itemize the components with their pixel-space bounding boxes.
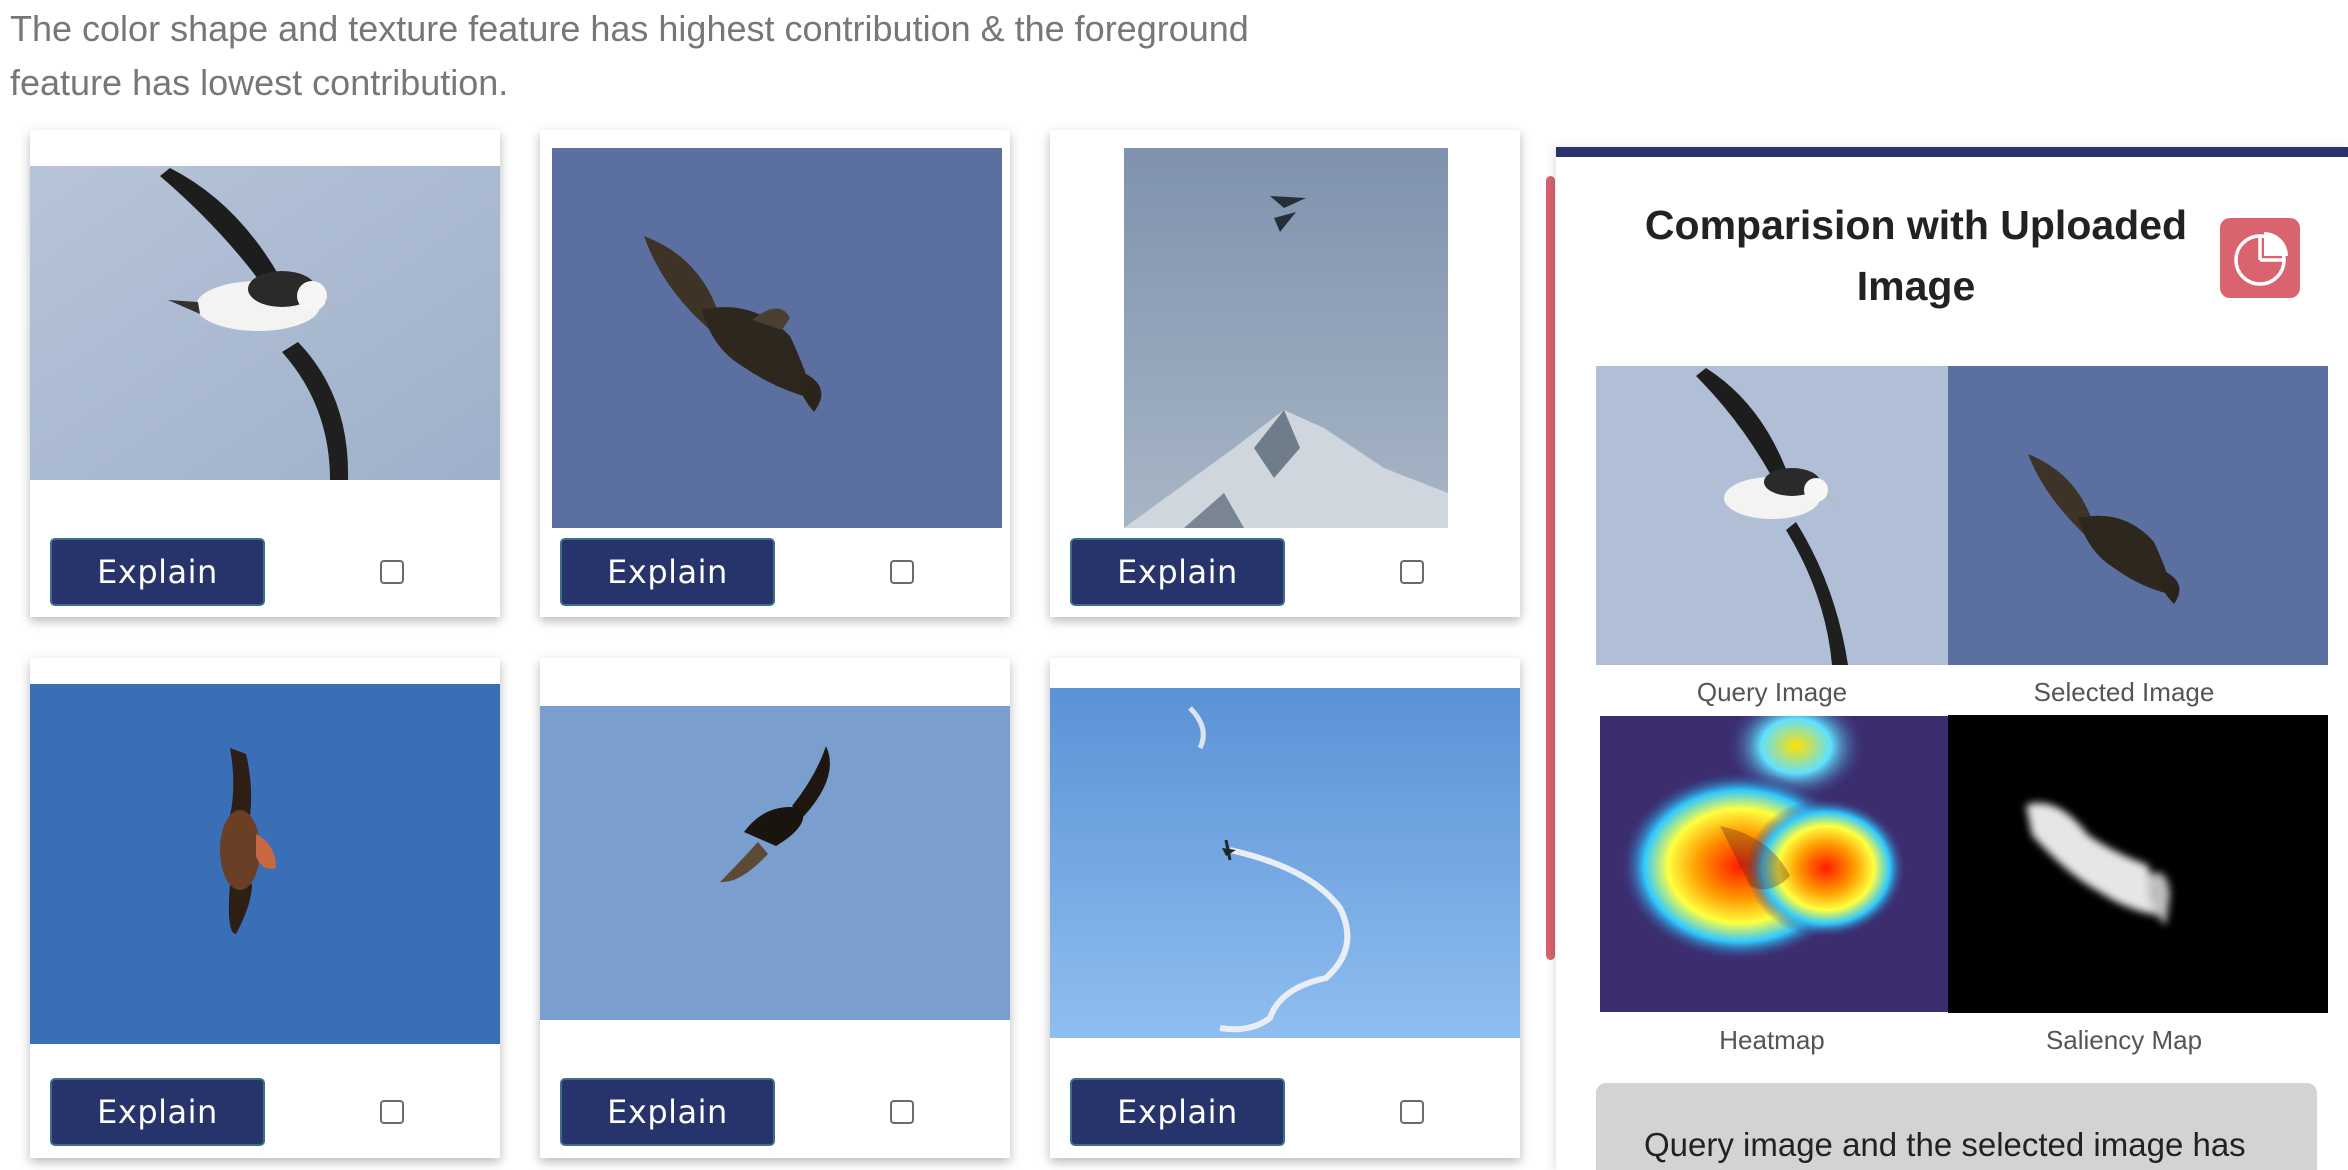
explain-button[interactable]: Explain xyxy=(50,538,265,606)
result-card: Explain xyxy=(30,658,500,1158)
explain-button[interactable]: Explain xyxy=(1070,1078,1285,1146)
comparison-note-text: Query image and the selected image has xyxy=(1644,1126,2246,1163)
explain-button[interactable]: Explain xyxy=(560,1078,775,1146)
panel-scrollbar[interactable] xyxy=(1546,176,1555,960)
chart-button[interactable] xyxy=(2220,218,2300,298)
result-image-hawk[interactable] xyxy=(30,684,500,1044)
heatmap-caption: Heatmap xyxy=(1719,1025,1825,1055)
explain-button[interactable]: Explain xyxy=(50,1078,265,1146)
comparison-panel: Comparision with Uploaded Image Query Im… xyxy=(1556,147,2348,1170)
result-image-eagle[interactable] xyxy=(552,148,1002,528)
panel-accent-bar xyxy=(1556,147,2348,157)
select-checkbox[interactable] xyxy=(1400,560,1424,584)
select-checkbox[interactable] xyxy=(1400,1100,1424,1124)
result-card: Explain xyxy=(30,130,500,617)
result-image-albatross[interactable] xyxy=(30,166,500,480)
result-image-jets[interactable] xyxy=(1124,148,1448,528)
select-checkbox[interactable] xyxy=(380,1100,404,1124)
selected-image-caption: Selected Image xyxy=(2033,677,2215,707)
result-image-vulture[interactable] xyxy=(540,706,1010,1020)
saliency-map-caption: Saliency Map xyxy=(2045,1025,2203,1055)
explain-button[interactable]: Explain xyxy=(560,538,775,606)
explain-button[interactable]: Explain xyxy=(1070,538,1285,606)
query-image xyxy=(1596,366,1948,665)
select-checkbox[interactable] xyxy=(890,1100,914,1124)
result-card: Explain xyxy=(1050,658,1520,1158)
comparison-note: Query image and the selected image has xyxy=(1596,1083,2317,1170)
result-image-airplane[interactable] xyxy=(1050,688,1520,1038)
select-checkbox[interactable] xyxy=(380,560,404,584)
heatmap-image xyxy=(1600,716,1948,1012)
result-card: Explain xyxy=(540,130,1010,617)
select-checkbox[interactable] xyxy=(890,560,914,584)
result-card: Explain xyxy=(1050,130,1520,617)
saliency-map-image xyxy=(1948,715,2328,1013)
query-image-caption: Query Image xyxy=(1696,677,1848,707)
results-grid: Explain Explain Explain Explain Explain … xyxy=(0,0,1540,1170)
result-card: Explain xyxy=(540,658,1010,1158)
pie-chart-icon xyxy=(2234,232,2288,286)
selected-image xyxy=(1948,366,2328,665)
panel-title: Comparision with Uploaded Image xyxy=(1644,202,2188,309)
